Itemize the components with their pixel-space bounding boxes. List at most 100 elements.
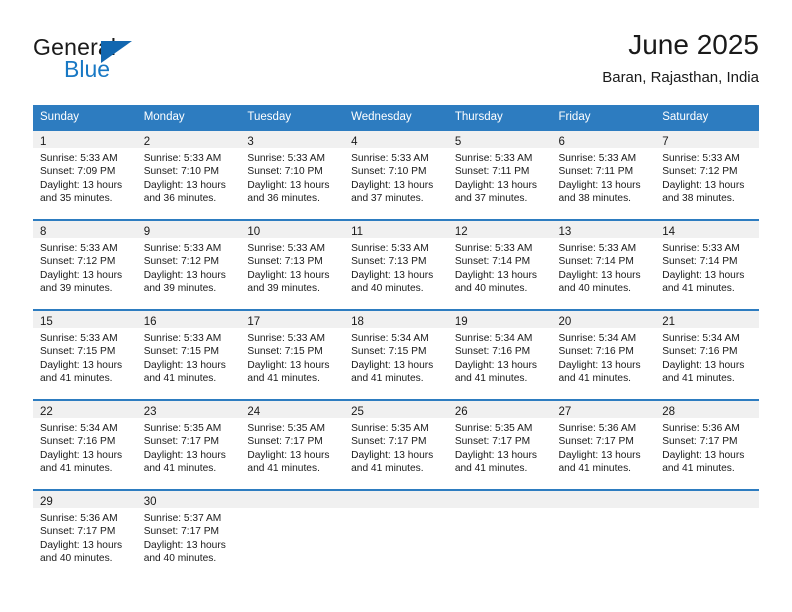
day-cell-1[interactable]: 1 Sunrise: 5:33 AM Sunset: 7:09 PM Dayli… — [33, 129, 137, 219]
daylight-text-line1: Daylight: 13 hours — [558, 179, 641, 191]
day-number-band: 3 — [240, 131, 345, 148]
calendar-cell[interactable]: 16 Sunrise: 5:33 AM Sunset: 7:15 PM Dayl… — [136, 309, 241, 399]
day-cell-21[interactable]: 21 Sunrise: 5:34 AM Sunset: 7:16 PM Dayl… — [655, 309, 759, 399]
sunset-text: Sunset: 7:17 PM — [662, 436, 738, 448]
day-cell-23[interactable]: 23 Sunrise: 5:35 AM Sunset: 7:17 PM Dayl… — [136, 399, 241, 489]
day-number: 12 — [454, 226, 468, 238]
day-cell-10[interactable]: 10 Sunrise: 5:33 AM Sunset: 7:13 PM Dayl… — [240, 219, 345, 309]
day-cell-8[interactable]: 8 Sunrise: 5:33 AM Sunset: 7:12 PM Dayli… — [33, 219, 137, 309]
day-cell-24[interactable]: 24 Sunrise: 5:35 AM Sunset: 7:17 PM Dayl… — [240, 399, 345, 489]
calendar-cell[interactable]: 22 Sunrise: 5:34 AM Sunset: 7:16 PM Dayl… — [33, 399, 137, 489]
day-number-band: 12 — [447, 221, 552, 238]
calendar-cell[interactable]: 27 Sunrise: 5:36 AM Sunset: 7:17 PM Dayl… — [551, 399, 656, 489]
day-number: 18 — [351, 316, 364, 328]
day-cell-7[interactable]: 7 Sunrise: 5:33 AM Sunset: 7:12 PM Dayli… — [655, 129, 759, 219]
calendar-cell[interactable]: 12 Sunrise: 5:33 AM Sunset: 7:14 PM Dayl… — [447, 219, 552, 309]
day-details: Sunrise: 5:33 AM Sunset: 7:13 PM Dayligh… — [240, 238, 344, 296]
calendar-cell[interactable]: 15 Sunrise: 5:33 AM Sunset: 7:15 PM Dayl… — [33, 309, 137, 399]
day-number: 5 — [454, 136, 462, 148]
calendar-cell[interactable]: 24 Sunrise: 5:35 AM Sunset: 7:17 PM Dayl… — [240, 399, 345, 489]
day-cell-17[interactable]: 17 Sunrise: 5:33 AM Sunset: 7:15 PM Dayl… — [240, 309, 345, 399]
day-cell-30[interactable]: 30 Sunrise: 5:37 AM Sunset: 7:17 PM Dayl… — [136, 489, 241, 579]
sunset-text: Sunset: 7:17 PM — [351, 436, 427, 448]
sunrise-text: Sunrise: 5:34 AM — [558, 333, 637, 344]
calendar-cell[interactable]: 11 Sunrise: 5:33 AM Sunset: 7:13 PM Dayl… — [344, 219, 448, 309]
calendar-cell[interactable]: 18 Sunrise: 5:34 AM Sunset: 7:15 PM Dayl… — [344, 309, 448, 399]
day-cell-19[interactable]: 19 Sunrise: 5:34 AM Sunset: 7:16 PM Dayl… — [447, 309, 552, 399]
calendar-cell[interactable]: 9 Sunrise: 5:33 AM Sunset: 7:12 PM Dayli… — [136, 219, 241, 309]
calendar-cell[interactable]: 7 Sunrise: 5:33 AM Sunset: 7:12 PM Dayli… — [655, 129, 759, 219]
calendar-cell[interactable]: 25 Sunrise: 5:35 AM Sunset: 7:17 PM Dayl… — [344, 399, 448, 489]
daylight-text-line2: and 36 minutes. — [143, 193, 217, 205]
day-cell-11[interactable]: 11 Sunrise: 5:33 AM Sunset: 7:13 PM Dayl… — [344, 219, 448, 309]
daylight-text-line1: Daylight: 13 hours — [40, 179, 123, 191]
sunrise-text: Sunrise: 5:34 AM — [40, 423, 118, 434]
calendar-cell[interactable]: 6 Sunrise: 5:33 AM Sunset: 7:11 PM Dayli… — [551, 129, 656, 219]
calendar-cell[interactable]: 30 Sunrise: 5:37 AM Sunset: 7:17 PM Dayl… — [136, 489, 241, 579]
calendar-cell[interactable]: 10 Sunrise: 5:33 AM Sunset: 7:13 PM Dayl… — [240, 219, 345, 309]
sunrise-text: Sunrise: 5:35 AM — [143, 423, 222, 434]
day-number: 21 — [662, 316, 676, 328]
day-cell-18[interactable]: 18 Sunrise: 5:34 AM Sunset: 7:15 PM Dayl… — [344, 309, 448, 399]
day-cell-20[interactable]: 20 Sunrise: 5:34 AM Sunset: 7:16 PM Dayl… — [551, 309, 656, 399]
calendar-cell[interactable]: 17 Sunrise: 5:33 AM Sunset: 7:15 PM Dayl… — [240, 309, 345, 399]
sunrise-text: Sunrise: 5:33 AM — [454, 153, 533, 164]
day-cell-14[interactable]: 14 Sunrise: 5:33 AM Sunset: 7:14 PM Dayl… — [655, 219, 759, 309]
calendar-cell[interactable]: 13 Sunrise: 5:33 AM Sunset: 7:14 PM Dayl… — [551, 219, 656, 309]
day-cell-6[interactable]: 6 Sunrise: 5:33 AM Sunset: 7:11 PM Dayli… — [551, 129, 656, 219]
day-number: 22 — [40, 406, 53, 418]
day-details: Sunrise: 5:33 AM Sunset: 7:10 PM Dayligh… — [137, 148, 241, 206]
day-cell-26[interactable]: 26 Sunrise: 5:35 AM Sunset: 7:17 PM Dayl… — [447, 399, 552, 489]
general-blue-logo[interactable]: General Blue — [33, 34, 263, 90]
day-cell-empty — [344, 489, 448, 579]
day-cell-3[interactable]: 3 Sunrise: 5:33 AM Sunset: 7:10 PM Dayli… — [240, 129, 345, 219]
day-number-band: 22 — [33, 401, 137, 418]
calendar-cell[interactable]: 29 Sunrise: 5:36 AM Sunset: 7:17 PM Dayl… — [33, 489, 137, 579]
day-cell-15[interactable]: 15 Sunrise: 5:33 AM Sunset: 7:15 PM Dayl… — [33, 309, 137, 399]
day-cell-22[interactable]: 22 Sunrise: 5:34 AM Sunset: 7:16 PM Dayl… — [33, 399, 137, 489]
day-number: 29 — [40, 496, 53, 508]
day-details: Sunrise: 5:33 AM Sunset: 7:11 PM Dayligh… — [448, 148, 552, 206]
sunset-text: Sunset: 7:16 PM — [40, 436, 116, 448]
day-details — [344, 508, 448, 512]
day-cell-13[interactable]: 13 Sunrise: 5:33 AM Sunset: 7:14 PM Dayl… — [551, 219, 656, 309]
day-number: 8 — [40, 226, 47, 238]
daylight-text-line2: and 40 minutes. — [143, 553, 217, 565]
day-cell-9[interactable]: 9 Sunrise: 5:33 AM Sunset: 7:12 PM Dayli… — [136, 219, 241, 309]
calendar-cell[interactable]: 3 Sunrise: 5:33 AM Sunset: 7:10 PM Dayli… — [240, 129, 345, 219]
day-cell-29[interactable]: 29 Sunrise: 5:36 AM Sunset: 7:17 PM Dayl… — [33, 489, 137, 579]
day-number-band: 25 — [344, 401, 448, 418]
day-number-band: 2 — [136, 131, 241, 148]
calendar-cell[interactable]: 23 Sunrise: 5:35 AM Sunset: 7:17 PM Dayl… — [136, 399, 241, 489]
day-cell-12[interactable]: 12 Sunrise: 5:33 AM Sunset: 7:14 PM Dayl… — [447, 219, 552, 309]
calendar-cell[interactable]: 5 Sunrise: 5:33 AM Sunset: 7:11 PM Dayli… — [447, 129, 552, 219]
day-cell-25[interactable]: 25 Sunrise: 5:35 AM Sunset: 7:17 PM Dayl… — [344, 399, 448, 489]
calendar-cell[interactable]: 26 Sunrise: 5:35 AM Sunset: 7:17 PM Dayl… — [447, 399, 552, 489]
calendar-cell[interactable]: 21 Sunrise: 5:34 AM Sunset: 7:16 PM Dayl… — [655, 309, 759, 399]
day-cell-5[interactable]: 5 Sunrise: 5:33 AM Sunset: 7:11 PM Dayli… — [447, 129, 552, 219]
day-number: 6 — [558, 136, 565, 148]
sunrise-text: Sunrise: 5:33 AM — [247, 153, 325, 164]
sunrise-text: Sunrise: 5:36 AM — [662, 423, 740, 434]
calendar-cell[interactable]: 1 Sunrise: 5:33 AM Sunset: 7:09 PM Dayli… — [33, 129, 137, 219]
day-cell-16[interactable]: 16 Sunrise: 5:33 AM Sunset: 7:15 PM Dayl… — [136, 309, 241, 399]
calendar-cell[interactable]: 8 Sunrise: 5:33 AM Sunset: 7:12 PM Dayli… — [33, 219, 137, 309]
calendar-cell[interactable]: 20 Sunrise: 5:34 AM Sunset: 7:16 PM Dayl… — [551, 309, 656, 399]
day-number: 11 — [351, 226, 364, 238]
day-cell-28[interactable]: 28 Sunrise: 5:36 AM Sunset: 7:17 PM Dayl… — [655, 399, 759, 489]
day-number: 4 — [351, 136, 358, 148]
day-cell-27[interactable]: 27 Sunrise: 5:36 AM Sunset: 7:17 PM Dayl… — [551, 399, 656, 489]
calendar-cell[interactable]: 4 Sunrise: 5:33 AM Sunset: 7:10 PM Dayli… — [344, 129, 448, 219]
day-cell-2[interactable]: 2 Sunrise: 5:33 AM Sunset: 7:10 PM Dayli… — [136, 129, 241, 219]
sunset-text: Sunset: 7:12 PM — [143, 256, 220, 268]
day-number-band: 26 — [447, 401, 552, 418]
day-number: 27 — [558, 406, 572, 418]
calendar-cell[interactable]: 19 Sunrise: 5:34 AM Sunset: 7:16 PM Dayl… — [447, 309, 552, 399]
sunset-text: Sunset: 7:17 PM — [247, 436, 323, 448]
calendar-cell[interactable]: 28 Sunrise: 5:36 AM Sunset: 7:17 PM Dayl… — [655, 399, 759, 489]
day-number: 20 — [558, 316, 572, 328]
day-cell-4[interactable]: 4 Sunrise: 5:33 AM Sunset: 7:10 PM Dayli… — [344, 129, 448, 219]
calendar-cell[interactable]: 14 Sunrise: 5:33 AM Sunset: 7:14 PM Dayl… — [655, 219, 759, 309]
sunset-text: Sunset: 7:17 PM — [558, 436, 634, 448]
calendar-cell[interactable]: 2 Sunrise: 5:33 AM Sunset: 7:10 PM Dayli… — [136, 129, 241, 219]
